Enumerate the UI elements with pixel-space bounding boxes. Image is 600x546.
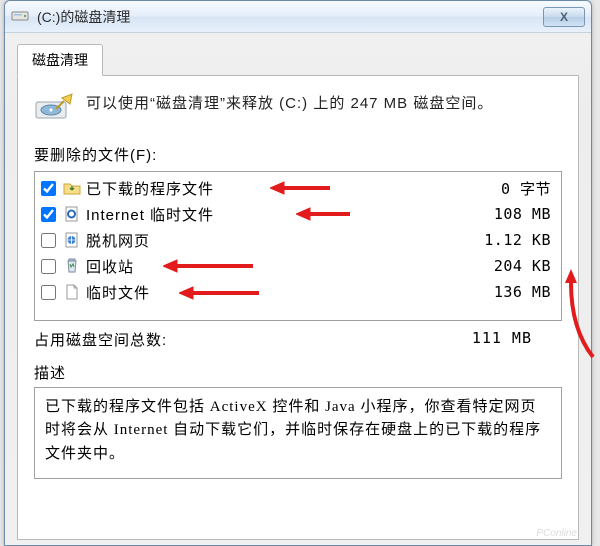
- file-list[interactable]: 已下载的程序文件 0 字节 Internet 临时文件 108 MB: [34, 171, 562, 321]
- tab-strip: 磁盘清理: [17, 43, 579, 76]
- item-checkbox[interactable]: [41, 259, 56, 274]
- item-checkbox[interactable]: [41, 207, 56, 222]
- page-blank-icon: [62, 284, 82, 300]
- item-size: 136 MB: [463, 283, 555, 301]
- intro-text: 可以使用“磁盘清理”来释放 (C:) 上的 247 MB 磁盘空间。: [86, 92, 562, 115]
- total-value: 111 MB: [472, 329, 562, 350]
- close-icon: X: [560, 10, 568, 24]
- item-checkbox[interactable]: [41, 181, 56, 196]
- item-checkbox[interactable]: [41, 233, 56, 248]
- list-item[interactable]: Internet 临时文件 108 MB: [39, 201, 557, 227]
- item-checkbox[interactable]: [41, 285, 56, 300]
- item-name: 临时文件: [86, 282, 463, 303]
- window-title: (C:)的磁盘清理: [37, 7, 543, 27]
- dialog-window: (C:)的磁盘清理 X 磁盘清理 可以使用“磁盘清理”来释放 (C:) 上的 2…: [4, 0, 592, 546]
- drive-icon: [11, 7, 29, 26]
- item-size: 204 KB: [463, 257, 555, 275]
- description-text: 已下载的程序文件包括 ActiveX 控件和 Java 小程序，你查看特定网页时…: [45, 399, 541, 462]
- item-size: 108 MB: [463, 205, 555, 223]
- item-size: 0 字节: [463, 178, 555, 199]
- files-section-label: 要删除的文件(F):: [34, 144, 562, 165]
- item-name: 回收站: [86, 256, 463, 277]
- main-panel: 可以使用“磁盘清理”来释放 (C:) 上的 247 MB 磁盘空间。 要删除的文…: [17, 76, 579, 540]
- watermark: PConline: [536, 528, 577, 539]
- description-label: 描述: [34, 362, 562, 383]
- item-size: 1.12 KB: [463, 231, 555, 249]
- item-name: 已下载的程序文件: [86, 178, 463, 199]
- item-name: 脱机网页: [86, 230, 463, 251]
- globe-page-icon: [62, 232, 82, 248]
- page-ie-icon: [62, 206, 82, 222]
- close-button[interactable]: X: [543, 7, 585, 27]
- recycle-bin-icon: [62, 258, 82, 274]
- list-item[interactable]: 脱机网页 1.12 KB: [39, 227, 557, 253]
- intro-section: 可以使用“磁盘清理”来释放 (C:) 上的 247 MB 磁盘空间。: [34, 92, 562, 126]
- total-label: 占用磁盘空间总数:: [34, 329, 472, 350]
- description-box: 已下载的程序文件包括 ActiveX 控件和 Java 小程序，你查看特定网页时…: [34, 387, 562, 479]
- tab-disk-cleanup[interactable]: 磁盘清理: [17, 44, 103, 76]
- item-name: Internet 临时文件: [86, 204, 463, 225]
- disk-cleanup-icon: [34, 92, 74, 126]
- list-item[interactable]: 已下载的程序文件 0 字节: [39, 175, 557, 201]
- total-row: 占用磁盘空间总数: 111 MB: [34, 329, 562, 350]
- folder-download-icon: [62, 180, 82, 196]
- titlebar[interactable]: (C:)的磁盘清理 X: [5, 1, 591, 33]
- list-item[interactable]: 回收站 204 KB: [39, 253, 557, 279]
- list-item[interactable]: 临时文件 136 MB: [39, 279, 557, 305]
